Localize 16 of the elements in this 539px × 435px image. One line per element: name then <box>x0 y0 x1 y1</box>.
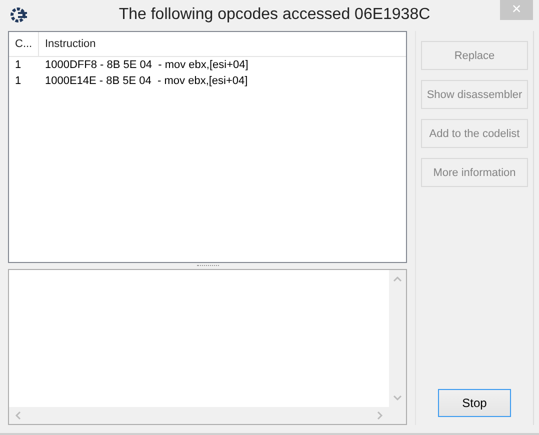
table-cell-text: 1000E14E - 8B 5E 04 - mov ebx,[esi+04] <box>44 75 249 87</box>
gear-logo-icon <box>9 6 27 24</box>
table-cell-text: 1 <box>14 75 22 87</box>
column-header[interactable]: C... <box>9 32 39 56</box>
opcode-list[interactable]: C... Instruction 1 1000DFF8 - 8B 5E 04 - mov ebx,[esi+04] 1 1000E14E - 8B 5E 04 - mov ebx,[esi+04] <box>8 31 407 263</box>
stop-button[interactable]: Stop <box>438 389 511 417</box>
table-cell-text: 1 <box>14 59 22 71</box>
table-cell-text: 1000DFF8 - 8B 5E 04 - mov ebx,[esi+04] <box>44 59 250 71</box>
scroll-right-icon[interactable] <box>377 411 383 420</box>
scroll-left-icon[interactable] <box>15 411 21 420</box>
scroll-down-icon[interactable] <box>393 395 402 401</box>
window-title: The following opcodes accessed 06E1938C <box>118 6 430 24</box>
column-header[interactable]: Instruction <box>39 32 406 56</box>
close-button[interactable]: × <box>500 0 533 20</box>
text-area[interactable] <box>8 269 407 425</box>
scroll-up-icon[interactable] <box>393 276 402 282</box>
